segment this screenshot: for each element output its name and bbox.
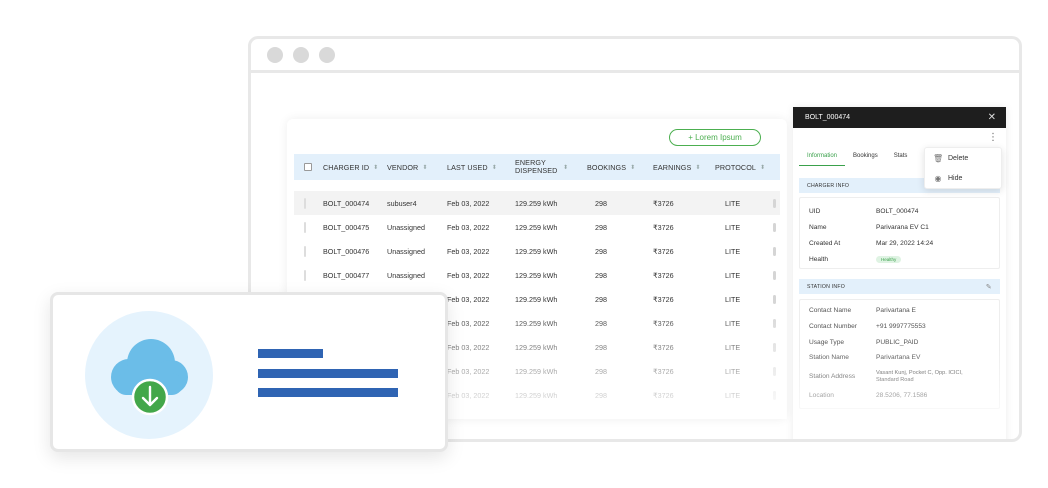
panel-tabs: Information Bookings Stats <box>799 147 915 166</box>
sort-icon: ⬍ <box>563 164 569 171</box>
info-row: Contact Number +91 9997775553 <box>809 323 926 331</box>
eye-icon: ◉ <box>934 173 942 183</box>
info-row-health: Health Healthy <box>800 251 999 267</box>
close-icon[interactable]: ✕ <box>988 112 996 123</box>
row-checkbox[interactable] <box>304 221 306 233</box>
info-row: Location 28.5206, 77.1586 <box>809 392 928 400</box>
cloud-download-svg <box>111 339 188 416</box>
row-scroll-handle[interactable] <box>773 366 776 376</box>
row-scroll-handle[interactable] <box>773 270 776 280</box>
sort-icon: ⬍ <box>760 164 766 171</box>
row-scroll-handle[interactable] <box>773 198 776 208</box>
info-row: Contact Name Parivartana E <box>809 307 916 315</box>
menu-item-delete[interactable]: 🗑 Delete <box>925 148 1001 168</box>
window-dot-minimize[interactable] <box>293 47 309 63</box>
col-energy-dispensed[interactable]: ENERGY DISPENSED ⬍ <box>515 159 587 175</box>
row-scroll-handle[interactable] <box>773 222 776 232</box>
info-row: UID BOLT_000474 <box>809 207 919 215</box>
download-card[interactable] <box>50 292 448 452</box>
table-row[interactable]: BOLT_000474 subuser4 Feb 03, 2022 129.25… <box>294 191 780 215</box>
charger-detail-panel: BOLT_000474 ✕ ⋮ Information Bookings Sta… <box>793 107 1006 439</box>
browser-titlebar <box>251 39 1019 73</box>
text-line-placeholder <box>258 369 398 378</box>
text-line-placeholder <box>258 349 323 358</box>
health-badge: Healthy <box>876 255 902 263</box>
panel-title: BOLT_000474 <box>805 114 851 121</box>
sort-icon: ⬍ <box>630 164 636 171</box>
col-bookings[interactable]: BOOKINGS ⬍ <box>587 163 653 172</box>
row-checkbox[interactable] <box>304 197 306 209</box>
menu-item-hide[interactable]: ◉ Hide <box>925 168 1001 188</box>
station-info-block: Contact Name Parivartana E Contact Numbe… <box>799 299 1000 409</box>
row-scroll-handle[interactable] <box>773 294 776 304</box>
select-all-checkbox[interactable] <box>304 163 312 171</box>
table-row[interactable]: BOLT_000475 Unassigned Feb 03, 2022 129.… <box>294 215 780 239</box>
window-dot-maximize[interactable] <box>319 47 335 63</box>
window-dot-close[interactable] <box>267 47 283 63</box>
row-scroll-handle[interactable] <box>773 318 776 328</box>
info-row: Name Parivarana EV C1 <box>809 223 929 231</box>
row-scroll-handle[interactable] <box>773 342 776 352</box>
info-row: Station Address Vasant Kunj, Pocket C, O… <box>809 370 963 383</box>
row-scroll-handle[interactable] <box>773 390 776 400</box>
row-checkbox[interactable] <box>304 245 306 257</box>
table-row[interactable]: BOLT_000477 Unassigned Feb 03, 2022 129.… <box>294 263 780 287</box>
panel-header: BOLT_000474 ✕ <box>793 107 1006 128</box>
trash-icon: 🗑 <box>933 153 944 163</box>
sort-icon: ⬍ <box>422 164 428 171</box>
col-vendor[interactable]: VENDOR ⬍ <box>387 163 447 172</box>
cloud-download-icon <box>85 311 213 439</box>
table-header: CHARGER ID ⬍ VENDOR ⬍ LAST USED ⬍ ENERGY DI… <box>294 154 780 180</box>
col-last-used[interactable]: LAST USED ⬍ <box>447 163 515 172</box>
row-scroll-handle[interactable] <box>773 246 776 256</box>
more-options-icon[interactable]: ⋮ <box>988 133 998 143</box>
info-row: Usage Type PUBLIC_PAID <box>809 338 919 346</box>
row-checkbox[interactable] <box>304 269 306 281</box>
tab-information[interactable]: Information <box>799 147 846 166</box>
table-row[interactable]: BOLT_000476 Unassigned Feb 03, 2022 129.… <box>294 239 780 263</box>
col-earnings[interactable]: EARNINGS ⬍ <box>653 163 715 172</box>
sort-icon: ⬍ <box>695 164 701 171</box>
col-protocol[interactable]: PROTOCOL ⬍ <box>715 163 773 172</box>
sort-icon: ⬍ <box>373 164 379 171</box>
sort-icon: ⬍ <box>491 164 497 171</box>
charger-info-block: UID BOLT_000474 Name Parivarana EV C1 Cr… <box>799 197 1000 269</box>
info-row: Station Name Parivartana EV <box>809 354 921 362</box>
tab-stats[interactable]: Stats <box>886 147 916 166</box>
edit-icon[interactable]: ✎ <box>986 283 992 291</box>
add-button[interactable]: + Lorem Ipsum <box>669 129 761 146</box>
tab-bookings[interactable]: Bookings <box>845 147 886 166</box>
text-line-placeholder <box>258 388 398 397</box>
info-row: Created At Mar 29, 2022 14:24 <box>809 239 934 247</box>
station-info-header: STATION INFO ✎ <box>799 279 1000 294</box>
options-menu: 🗑 Delete ◉ Hide <box>924 147 1002 189</box>
col-charger-id[interactable]: CHARGER ID ⬍ <box>323 163 387 172</box>
